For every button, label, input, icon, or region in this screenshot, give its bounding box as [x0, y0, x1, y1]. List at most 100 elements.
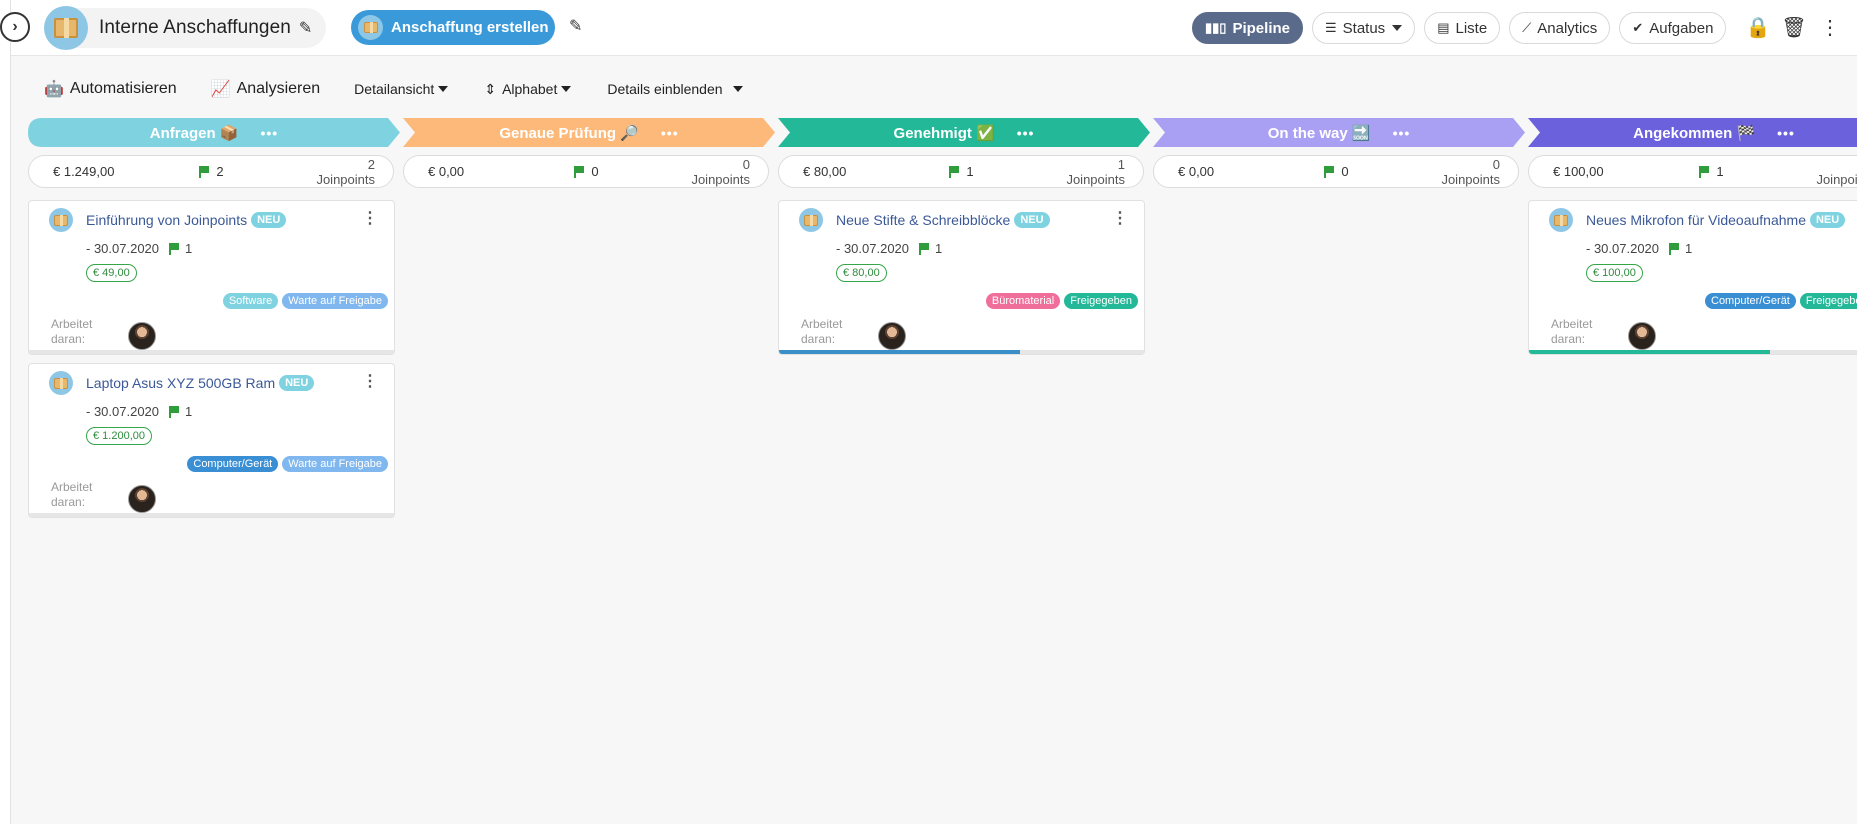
trash-icon[interactable]: 🗑 — [1776, 15, 1812, 40]
automate-button[interactable]: 🤖 Automatisieren — [44, 79, 177, 99]
card-price: € 1.200,00 — [86, 427, 152, 445]
create-item-label: Anschaffung erstellen — [391, 19, 549, 36]
stage-header[interactable]: On the way 🔜 ••• — [1153, 118, 1525, 147]
stage-header[interactable]: Angekommen 🏁 ••• — [1528, 118, 1857, 147]
more-vertical-icon[interactable]: ⋮ — [1112, 211, 1128, 227]
stage-header[interactable]: Genehmigt ✅ ••• — [778, 118, 1150, 147]
new-badge: NEU — [1809, 212, 1846, 228]
stage-summary: € 0,00 0 0 Joinpoints — [1153, 155, 1519, 188]
caret-down-icon — [561, 86, 572, 92]
stage-count: 2 — [216, 164, 224, 179]
stage-count: 0 — [591, 164, 599, 179]
card-date: - 30.07.2020 — [1586, 241, 1660, 256]
app-title-pill: Interne Anschaffungen ✎ — [44, 6, 327, 50]
tag[interactable]: Computer/Gerät — [1705, 293, 1796, 309]
tag[interactable]: Büromaterial — [985, 293, 1061, 309]
stage-name: On the way 🔜 — [1267, 124, 1371, 142]
tag[interactable]: Warte auf Freigabe — [282, 456, 388, 472]
stage-header[interactable]: Genaue Prüfung 🔎 ••• — [403, 118, 775, 147]
sort-label: Alphabet — [502, 81, 558, 97]
flag-icon — [1324, 165, 1335, 178]
stage-count: 0 — [1341, 164, 1349, 179]
sort-dropdown[interactable]: ⇕ Alphabet — [484, 80, 572, 98]
deal-card[interactable]: Neues Mikrofon für Videoaufnahme NEU - 30… — [1528, 200, 1857, 355]
deal-card[interactable]: Laptop Asus XYZ 500GB Ram NEU ⋮ - 30.07.2… — [28, 363, 395, 518]
worker-label: Arbeitet daran: — [1551, 317, 1593, 346]
progress-bar — [779, 350, 1020, 354]
progress-bar — [1529, 350, 1770, 354]
card-price: € 80,00 — [836, 264, 887, 282]
tab-analytics[interactable]: ⟋ Analytics — [1509, 12, 1611, 44]
more-horizontal-icon[interactable]: ••• — [1017, 125, 1035, 141]
stage-name: Anfragen 📦 — [149, 124, 239, 142]
stage-joinpoints: 2 Joinpoints — [316, 156, 375, 187]
stage-amount: € 0,00 — [1178, 164, 1215, 179]
avatar[interactable] — [128, 322, 156, 350]
more-vertical-icon[interactable]: ⋮ — [362, 374, 378, 390]
card-tags: Computer/Gerät Warte auf Freigabe — [183, 456, 388, 472]
view-switcher: ▮▮▯ Pipeline ☰ Status ▤ Liste ⟋ Analytic… — [1192, 12, 1735, 44]
avatar[interactable] — [128, 485, 156, 513]
more-horizontal-icon[interactable]: ••• — [1777, 125, 1795, 141]
card-tags: Büromaterial Freigegeben — [982, 293, 1138, 309]
tag[interactable]: Freigegeben — [1799, 293, 1857, 309]
new-badge: NEU — [251, 212, 287, 228]
sort-icon: ⇕ — [484, 80, 497, 97]
card-title[interactable]: Einführung von Joinpoints — [86, 212, 247, 228]
chevron-down-icon — [1392, 25, 1403, 31]
robot-icon: 🤖 — [44, 81, 64, 98]
stage-amount: € 1.249,00 — [53, 164, 115, 179]
card-flag-count: 1 — [185, 241, 193, 256]
stage-header[interactable]: Anfragen 📦 ••• — [28, 118, 400, 147]
box-icon — [799, 208, 823, 232]
list-lines-icon: ☰ — [1325, 20, 1337, 35]
card-date: - 30.07.2020 — [86, 241, 160, 256]
worker-label: Arbeitet daran: — [801, 317, 843, 346]
detail-view-dropdown[interactable]: Detailansicht — [354, 81, 449, 97]
tab-aufgaben[interactable]: ✔ Aufgaben — [1619, 12, 1727, 44]
card-date: - 30.07.2020 — [86, 404, 160, 419]
tag[interactable]: Computer/Gerät — [187, 456, 279, 472]
progress-track — [29, 513, 394, 517]
flag-icon — [199, 165, 210, 178]
pipeline-column: Anfragen 📦 ••• € 1.249,00 2 2 Joinpoints… — [28, 118, 400, 518]
edit-title-icon[interactable]: ✎ — [299, 18, 312, 38]
deal-card[interactable]: Einführung von Joinpoints NEU ⋮ - 30.07.2… — [28, 200, 395, 355]
stage-name: Genaue Prüfung 🔎 — [499, 124, 639, 142]
expand-sidebar-button[interactable]: › — [0, 12, 30, 42]
tag[interactable]: Warte auf Freigabe — [282, 293, 388, 309]
more-horizontal-icon[interactable]: ••• — [661, 125, 679, 141]
more-horizontal-icon[interactable]: ••• — [260, 125, 278, 141]
stage-name: Angekommen 🏁 — [1633, 124, 1756, 142]
left-rail — [0, 0, 11, 824]
caret-down-icon — [438, 86, 449, 92]
tab-status[interactable]: ☰ Status — [1312, 12, 1416, 44]
worker-label: Arbeitet daran: — [51, 317, 93, 346]
show-details-dropdown[interactable]: Details einblenden — [607, 81, 743, 97]
card-title[interactable]: Laptop Asus XYZ 500GB Ram — [86, 375, 275, 391]
tab-pipeline[interactable]: ▮▮▯ Pipeline — [1192, 12, 1303, 44]
caret-down-icon — [732, 86, 743, 92]
card-title[interactable]: Neue Stifte & Schreibblöcke — [836, 212, 1010, 228]
edit-icon[interactable]: ✎ — [569, 16, 582, 36]
board-toolbar: 🤖 Automatisieren 📈 Analysieren Detailans… — [44, 76, 779, 102]
worker-label: Arbeitet daran: — [51, 480, 93, 509]
deal-card[interactable]: Neue Stifte & Schreibblöcke NEU ⋮ - 30.07… — [778, 200, 1145, 355]
stage-amount: € 80,00 — [803, 164, 847, 179]
flag-icon — [919, 242, 930, 255]
avatar[interactable] — [878, 322, 906, 350]
card-title[interactable]: Neues Mikrofon für Videoaufnahme — [1586, 212, 1806, 228]
header-actions: 🔒 🗑 ⋮ — [1740, 15, 1848, 40]
more-vertical-icon[interactable]: ⋮ — [1812, 15, 1848, 40]
detail-view-label: Detailansicht — [354, 81, 435, 97]
chart-icon: ⟋ — [1522, 20, 1532, 35]
analyze-button[interactable]: 📈 Analysieren — [211, 79, 321, 99]
more-vertical-icon[interactable]: ⋮ — [362, 211, 378, 227]
more-horizontal-icon[interactable]: ••• — [1393, 125, 1411, 141]
tag[interactable]: Freigegeben — [1064, 293, 1138, 309]
avatar[interactable] — [1628, 322, 1656, 350]
lock-icon[interactable]: 🔒 — [1740, 15, 1776, 40]
tab-liste[interactable]: ▤ Liste — [1424, 12, 1501, 44]
create-item-button[interactable]: Anschaffung erstellen — [351, 10, 555, 45]
tag[interactable]: Software — [222, 293, 279, 309]
